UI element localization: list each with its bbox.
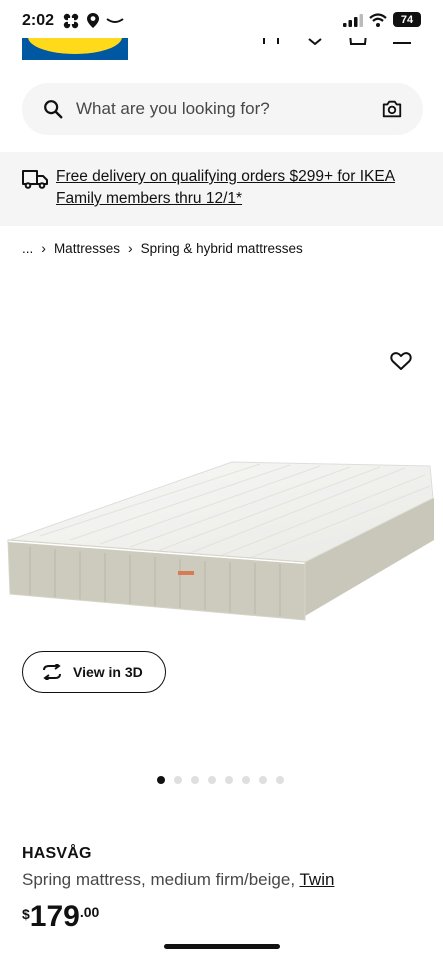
chevron-right-icon: ›: [127, 240, 133, 256]
rotate-3d-icon: [43, 664, 61, 680]
product-price: $ 179 .00: [22, 900, 99, 934]
product-name: HASVÅG: [22, 845, 92, 862]
gallery-dot[interactable]: [157, 776, 165, 784]
product-image[interactable]: [0, 440, 443, 640]
gallery-pagination: [157, 776, 284, 784]
gallery-dot[interactable]: [276, 776, 284, 784]
promo-link[interactable]: Free delivery on qualifying orders $299+…: [56, 166, 421, 226]
search-input[interactable]: [76, 99, 381, 119]
breadcrumb: ... › Mattresses › Spring & hybrid mattr…: [22, 240, 303, 256]
gallery-dot[interactable]: [225, 776, 233, 784]
gallery-dot[interactable]: [259, 776, 267, 784]
signal-icon: [343, 13, 363, 27]
home-indicator: [164, 944, 280, 949]
location-icon: [87, 13, 99, 28]
status-bar: 2:02 74: [0, 0, 443, 38]
camera-icon[interactable]: [381, 98, 403, 120]
amazon-icon: [106, 17, 124, 23]
battery-indicator: 74: [393, 12, 421, 27]
breadcrumb-item-mattresses[interactable]: Mattresses: [54, 241, 120, 256]
view-in-3d-label: View in 3D: [73, 664, 143, 680]
heart-icon[interactable]: [306, 38, 324, 46]
view-in-3d-button[interactable]: View in 3D: [22, 651, 166, 693]
breadcrumb-item-spring-hybrid[interactable]: Spring & hybrid mattresses: [141, 241, 303, 256]
price-currency: $: [22, 906, 30, 922]
price-integer: 179: [29, 900, 80, 933]
gallery-dot[interactable]: [174, 776, 182, 784]
breadcrumb-ellipsis[interactable]: ...: [22, 241, 33, 256]
favourite-heart-icon[interactable]: [389, 349, 413, 373]
price-decimal: .00: [79, 904, 100, 920]
product-size-link[interactable]: Twin: [299, 870, 334, 889]
chevron-right-icon: ›: [41, 240, 46, 256]
cart-icon[interactable]: [348, 38, 368, 46]
app-notification-icon: [63, 13, 79, 28]
profile-icon[interactable]: [262, 38, 280, 46]
gallery-dot[interactable]: [208, 776, 216, 784]
ikea-logo[interactable]: [22, 38, 128, 60]
search-bar[interactable]: [22, 83, 423, 135]
product-description-text: Spring mattress, medium firm/beige,: [22, 870, 300, 889]
wifi-icon: [369, 12, 387, 27]
truck-icon: [22, 170, 48, 189]
promo-banner: Free delivery on qualifying orders $299+…: [0, 152, 443, 226]
gallery-dot[interactable]: [242, 776, 250, 784]
product-description: Spring mattress, medium firm/beige, Twin: [22, 870, 334, 890]
search-icon: [44, 100, 63, 119]
site-header: [0, 38, 443, 64]
status-time: 2:02: [22, 12, 55, 29]
menu-icon[interactable]: [392, 38, 412, 46]
gallery-dot[interactable]: [191, 776, 199, 784]
